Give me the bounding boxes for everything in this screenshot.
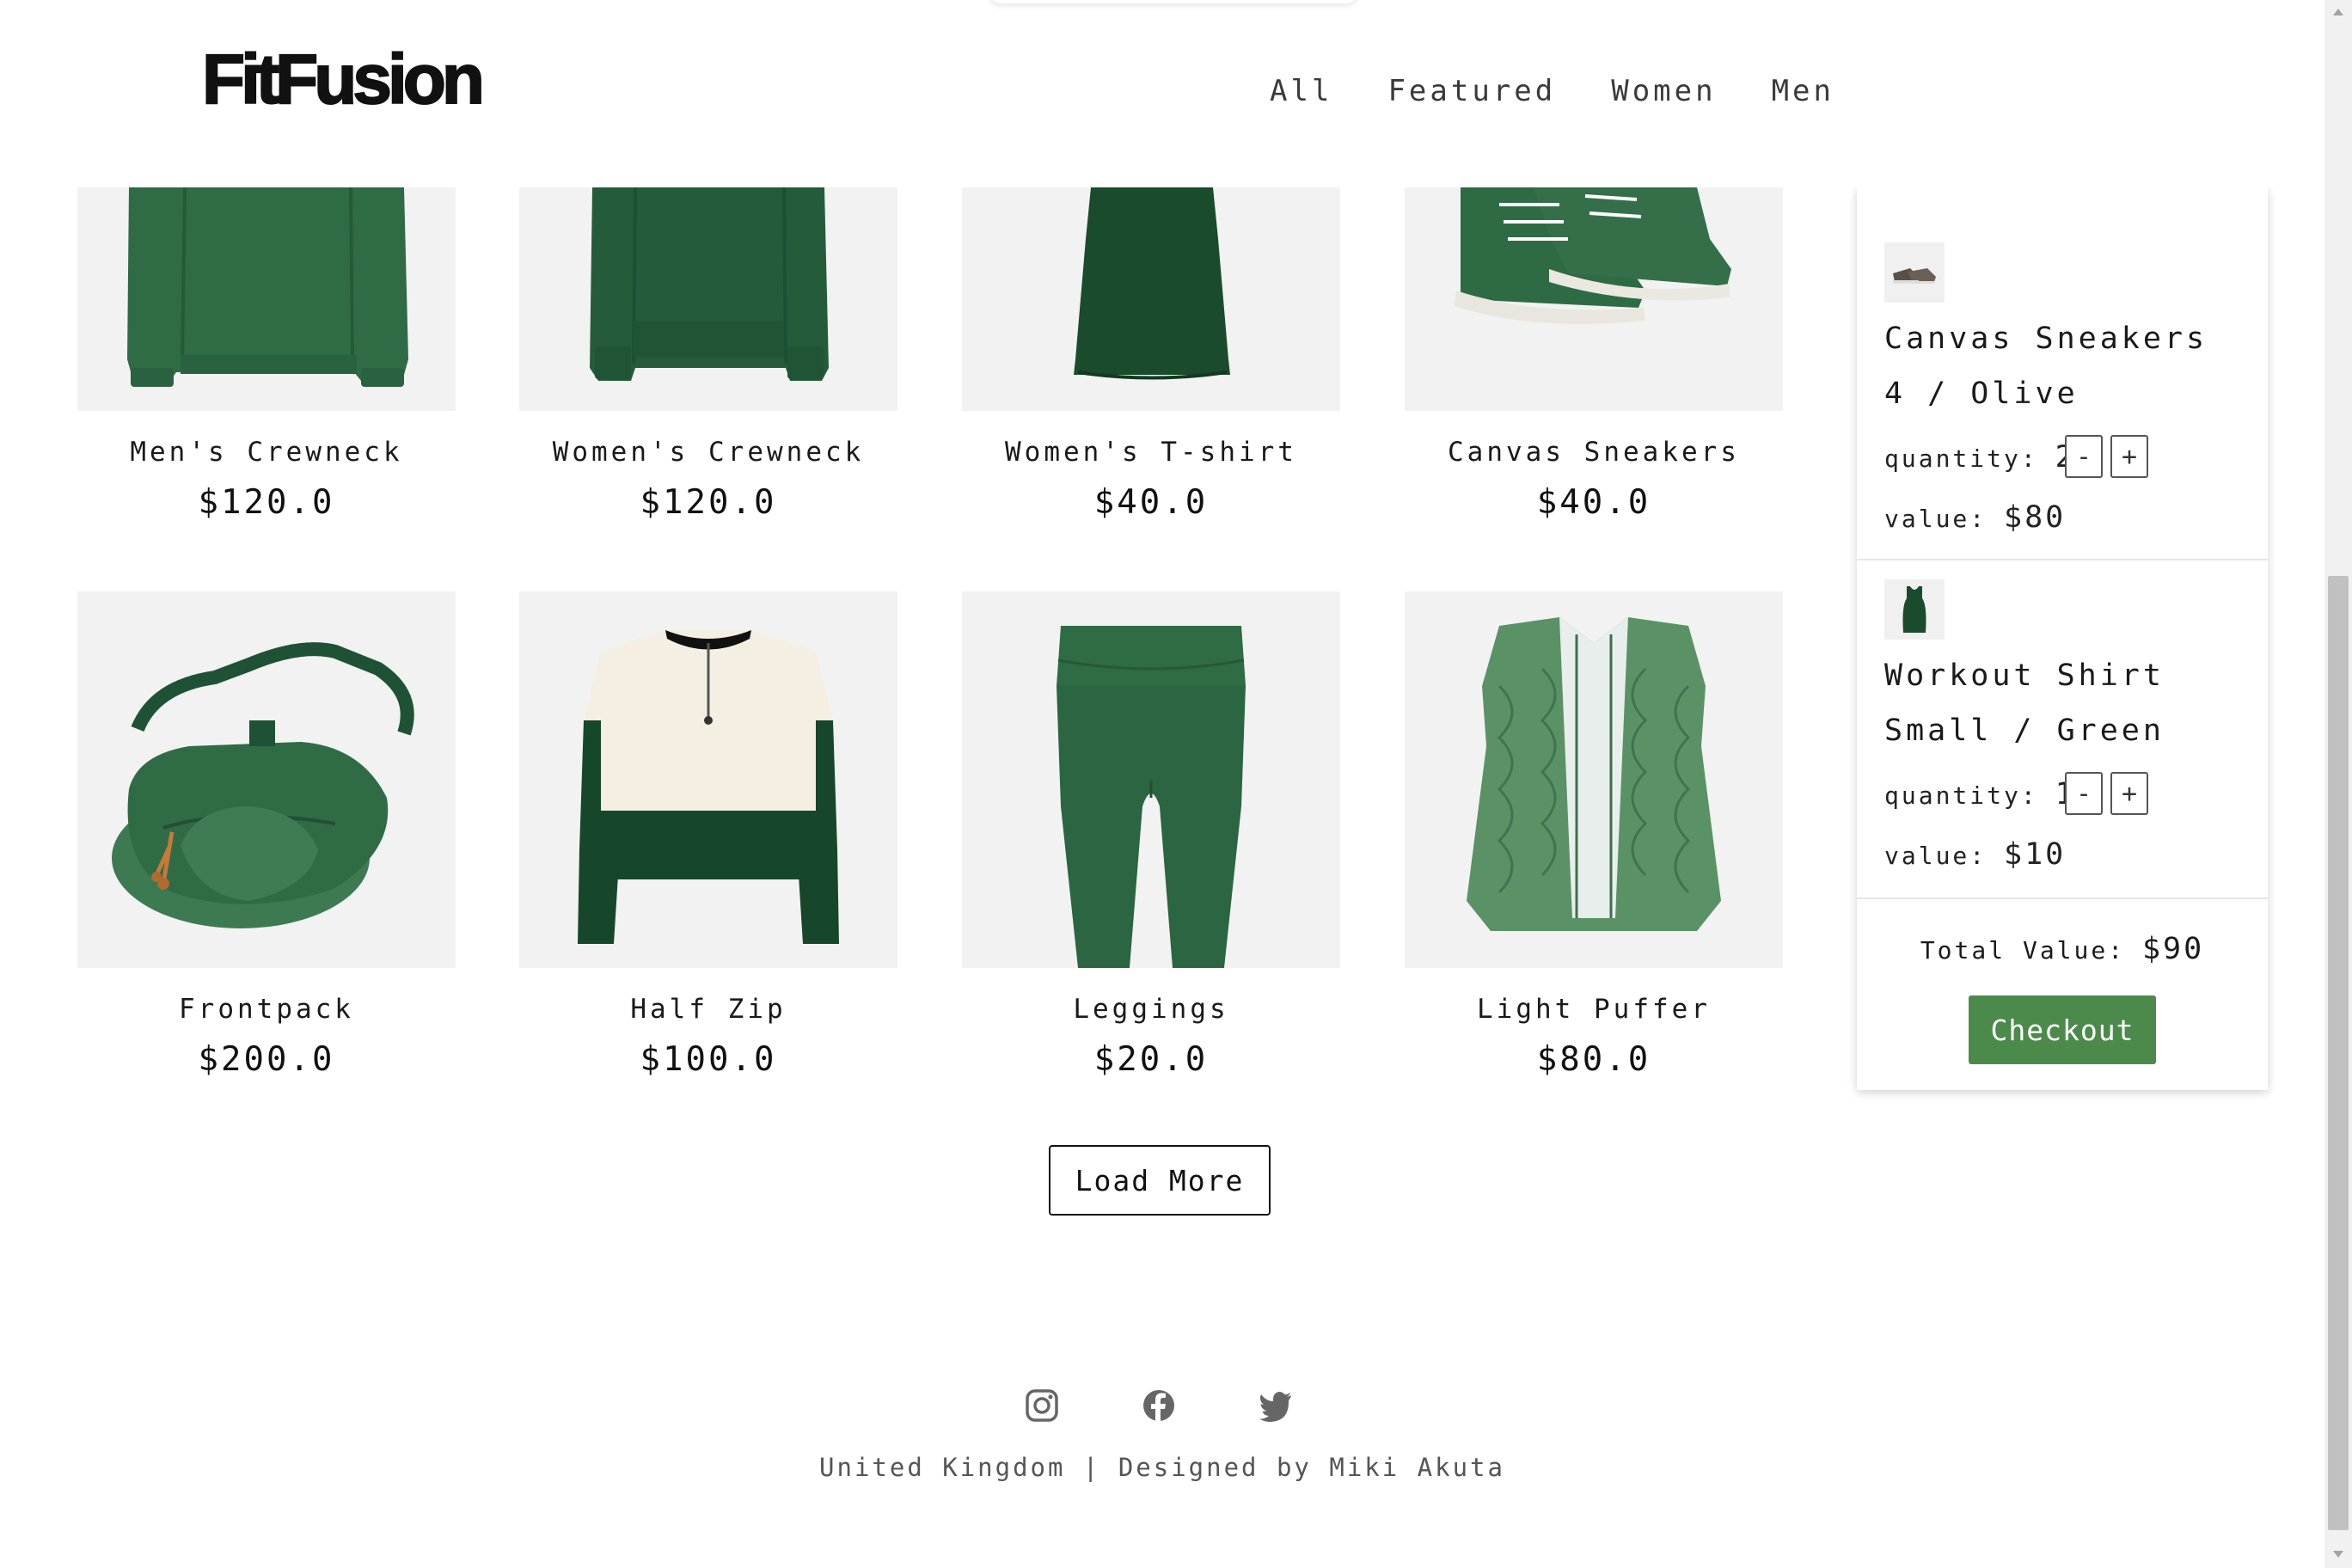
product-card[interactable]: Light Puffer $80.0 [1405, 591, 1783, 1079]
product-card[interactable]: Canvas Sneakers $40.0 [1405, 187, 1783, 522]
cart-item-value: value: $80 [1884, 500, 2066, 535]
scrollbar-thumb[interactable] [2328, 576, 2349, 1530]
product-card[interactable]: Frontpack $200.0 [77, 591, 456, 1079]
product-card[interactable]: Women's Crewneck $120.0 [519, 187, 897, 522]
product-card[interactable]: Men's Crewneck $120.0 [77, 187, 456, 522]
value-amount: $80 [2004, 500, 2067, 535]
footer-credit: United Kingdom | Designed by Miki Akuta [819, 1453, 1505, 1482]
cart-item-quantity: quantity: 2 [1884, 440, 2076, 475]
product-name[interactable]: Women's T-shirt [962, 437, 1340, 468]
total-label: Total Value: [1920, 936, 2126, 965]
scroll-up-arrow[interactable] [2333, 9, 2343, 15]
product-card[interactable]: Leggings $20.0 [962, 591, 1340, 1079]
nav-women[interactable]: Women [1611, 74, 1716, 108]
product-image[interactable] [77, 187, 456, 411]
cart-item-name: Canvas Sneakers [1884, 322, 2208, 356]
value-label: value: [1884, 505, 1988, 533]
product-name[interactable]: Men's Crewneck [77, 437, 456, 468]
header-decoration [989, 0, 1358, 3]
decrease-quantity-button[interactable]: - [2065, 772, 2103, 815]
product-name[interactable]: Canvas Sneakers [1405, 437, 1783, 468]
cart-item-thumbnail [1884, 242, 1945, 303]
product-price: $120.0 [198, 483, 335, 522]
product-name[interactable]: Frontpack [77, 994, 456, 1025]
quantity-label: quantity: [1884, 781, 2038, 810]
product-name[interactable]: Half Zip [519, 994, 897, 1025]
instagram-icon[interactable] [1025, 1388, 1059, 1423]
cart-item-variant: 4 / Olive [1884, 377, 2079, 411]
cart-item-value: value: $10 [1884, 837, 2066, 872]
product-price: $20.0 [1093, 1040, 1209, 1079]
product-card[interactable]: Half Zip $100.0 [519, 591, 897, 1079]
product-image[interactable] [1405, 591, 1783, 968]
total-value: $90 [2141, 932, 2205, 966]
increase-quantity-button[interactable]: + [2110, 772, 2148, 815]
cart-item-name: Workout Shirt [1884, 658, 2165, 693]
product-image[interactable] [962, 187, 1340, 411]
checkout-button[interactable]: Checkout [1969, 995, 2156, 1064]
twitter-icon[interactable] [1259, 1388, 1293, 1423]
cart-item-variant: Small / Green [1884, 714, 2165, 748]
cart-item: Workout Shirt Small / Green quantity: 1 … [1857, 560, 2268, 899]
product-price: $120.0 [640, 483, 777, 522]
product-price: $40.0 [1536, 483, 1651, 522]
value-amount: $10 [2004, 837, 2067, 872]
product-price: $40.0 [1093, 483, 1209, 522]
quantity-label: quantity: [1884, 444, 2038, 473]
product-name[interactable]: Leggings [962, 994, 1340, 1025]
cart-item: Canvas Sneakers 4 / Olive quantity: 2 - … [1857, 187, 2268, 560]
social-links [1025, 1388, 1293, 1423]
product-card[interactable]: Women's T-shirt $40.0 [962, 187, 1340, 522]
product-grid: Men's Crewneck $120.0 Women's Crewneck $… [0, 0, 1848, 1568]
nav-all[interactable]: All [1270, 74, 1332, 108]
product-image[interactable] [962, 591, 1340, 968]
increase-quantity-button[interactable]: + [2110, 435, 2148, 478]
value-label: value: [1884, 842, 1988, 870]
load-more-button[interactable]: Load More [1049, 1145, 1271, 1216]
product-price: $100.0 [640, 1040, 777, 1079]
cart-item-thumbnail [1884, 579, 1945, 640]
site-header: FitFusion All Featured Women Men [0, 0, 2324, 187]
product-image[interactable] [77, 591, 456, 968]
product-price: $200.0 [198, 1040, 335, 1079]
page-scrollbar[interactable] [2324, 0, 2352, 1568]
main-nav: All Featured Women Men [1270, 74, 1834, 108]
site-logo[interactable]: FitFusion [201, 40, 486, 120]
product-image[interactable] [519, 591, 897, 968]
nav-featured[interactable]: Featured [1387, 74, 1556, 108]
nav-men[interactable]: Men [1772, 74, 1834, 108]
cart-item-quantity: quantity: 1 [1884, 777, 2076, 812]
cart-total: Total Value: $90 [1857, 932, 2268, 966]
facebook-icon[interactable] [1142, 1388, 1176, 1423]
cart-panel: Canvas Sneakers 4 / Olive quantity: 2 - … [1857, 187, 2268, 1090]
product-image[interactable] [1405, 187, 1783, 411]
product-image[interactable] [519, 187, 897, 411]
product-name[interactable]: Women's Crewneck [519, 437, 897, 468]
product-price: $80.0 [1536, 1040, 1651, 1079]
scroll-down-arrow[interactable] [2333, 1551, 2343, 1558]
decrease-quantity-button[interactable]: - [2065, 435, 2103, 478]
product-name[interactable]: Light Puffer [1405, 994, 1783, 1025]
